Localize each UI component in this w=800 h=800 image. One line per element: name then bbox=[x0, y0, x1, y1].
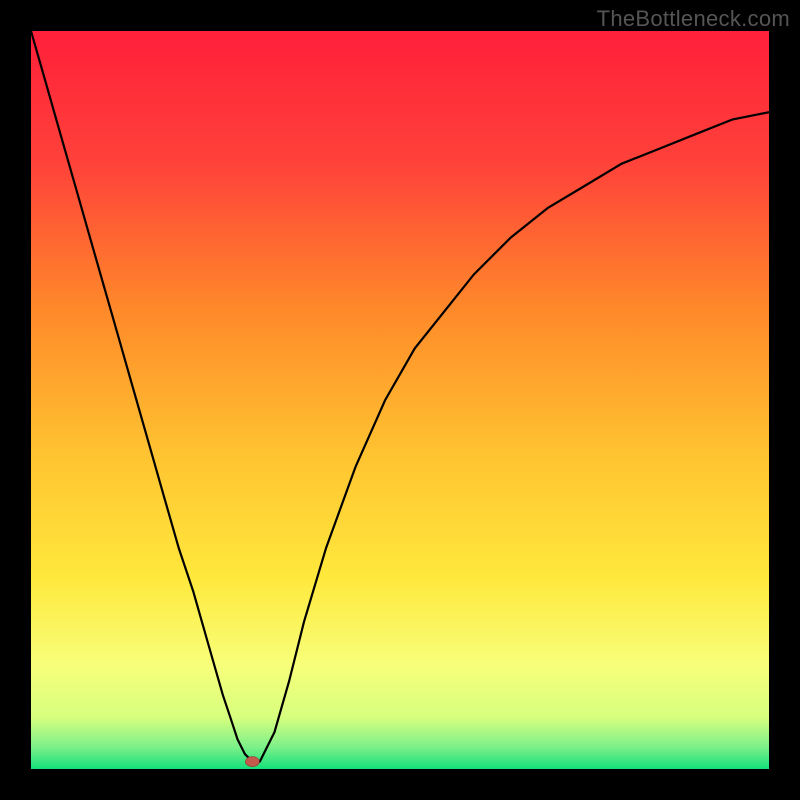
chart-plot bbox=[31, 31, 769, 769]
curve-line bbox=[31, 31, 769, 762]
watermark-text: TheBottleneck.com bbox=[597, 6, 790, 32]
chart-container: TheBottleneck.com bbox=[0, 0, 800, 800]
marker-dot bbox=[245, 757, 259, 767]
